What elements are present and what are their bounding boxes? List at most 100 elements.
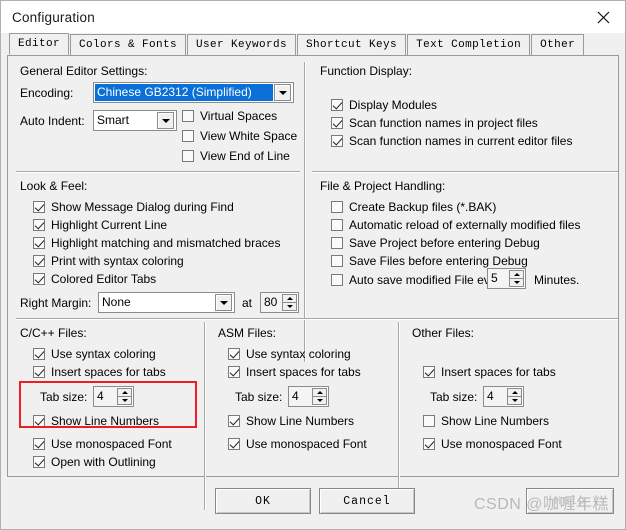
checkbox-box: [331, 135, 343, 147]
checkbox-other-show-line-numbers[interactable]: Show Line Numbers: [423, 414, 549, 428]
checkbox-view-end-of-line[interactable]: View End of Line: [182, 149, 290, 163]
checkbox-box: [228, 438, 240, 450]
checkbox-view-white-space[interactable]: View White Space: [182, 129, 297, 143]
checkbox-asm-show-line-numbers[interactable]: Show Line Numbers: [228, 414, 354, 428]
spinner-down-icon[interactable]: [117, 396, 132, 405]
auto-indent-label: Auto Indent:: [20, 114, 85, 128]
cpp-tab-size-label: Tab size:: [40, 390, 88, 404]
cpp-tab-size-spinner[interactable]: 4: [93, 386, 134, 407]
spinner-down-icon[interactable]: [312, 396, 327, 405]
checkbox-cpp-show-line-numbers[interactable]: Show Line Numbers: [33, 414, 159, 428]
checkbox-box: [331, 201, 343, 213]
checkbox-label: Show Line Numbers: [441, 414, 550, 428]
checkbox-print-with-syntax-coloring[interactable]: Print with syntax coloring: [33, 254, 184, 268]
tab-editor[interactable]: Editor: [9, 33, 70, 55]
checkbox-label: Scan function names in project files: [349, 116, 538, 130]
spinner-buttons[interactable]: [117, 388, 132, 405]
checkbox-box: [182, 150, 194, 162]
checkbox-box: [331, 99, 343, 111]
checkbox-label: Use syntax coloring: [51, 347, 156, 361]
cpp-files-title: C/C++ Files:: [20, 326, 87, 340]
checkbox-virtual-spaces[interactable]: Virtual Spaces: [182, 109, 277, 123]
checkbox-other-use-monospaced-font[interactable]: Use monospaced Font: [423, 437, 562, 451]
spinner-buttons[interactable]: [509, 270, 524, 287]
checkbox-cpp-use-syntax-coloring[interactable]: Use syntax coloring: [33, 347, 156, 361]
auto-indent-value: Smart: [97, 113, 130, 127]
auto-indent-combobox[interactable]: Smart: [93, 110, 177, 131]
checkbox-automatic-reload[interactable]: Automatic reload of externally modified …: [331, 218, 580, 232]
checkbox-asm-insert-spaces-for-tabs[interactable]: Insert spaces for tabs: [228, 365, 361, 379]
asm-tab-size-value: 4: [289, 387, 312, 406]
tab-user-keywords[interactable]: User Keywords: [187, 34, 297, 55]
spinner-buttons[interactable]: [282, 294, 297, 311]
right-margin-combobox[interactable]: None: [98, 292, 235, 313]
asm-tab-size-label: Tab size:: [235, 390, 283, 404]
right-margin-at-label: at: [242, 296, 253, 310]
spinner-buttons[interactable]: [312, 388, 327, 405]
checkbox-label: Show Message Dialog during Find: [51, 200, 234, 214]
tab-other[interactable]: Other: [531, 34, 585, 55]
chevron-down-icon[interactable]: [274, 84, 291, 101]
tab-text-completion[interactable]: Text Completion: [407, 34, 531, 55]
checkbox-save-files-before-debug[interactable]: Save Files before entering Debug: [331, 254, 528, 268]
spinner-up-icon[interactable]: [312, 388, 327, 396]
right-margin-at-spinner[interactable]: 80: [260, 292, 299, 313]
checkbox-label: Save Project before entering Debug: [349, 236, 540, 250]
spinner-up-icon[interactable]: [117, 388, 132, 396]
checkbox-label: Highlight Current Line: [51, 218, 168, 232]
checkbox-show-message-dialog-during-find[interactable]: Show Message Dialog during Find: [33, 200, 234, 214]
checkbox-scan-function-names-editor[interactable]: Scan function names in current editor fi…: [331, 134, 572, 148]
spinner-buttons[interactable]: [507, 388, 522, 405]
checkbox-box: [228, 415, 240, 427]
checkbox-cpp-open-with-outlining[interactable]: Open with Outlining: [33, 455, 156, 469]
checkbox-highlight-current-line[interactable]: Highlight Current Line: [33, 218, 167, 232]
look-and-feel-title: Look & Feel:: [20, 179, 88, 193]
spinner-down-icon[interactable]: [507, 396, 522, 405]
checkbox-label: Open with Outlining: [51, 455, 156, 469]
tab-colors-and-fonts[interactable]: Colors & Fonts: [70, 34, 187, 55]
checkbox-box: [33, 273, 45, 285]
auto-save-minutes-spinner[interactable]: 5: [487, 268, 526, 289]
checkbox-label: Print with syntax coloring: [51, 254, 184, 268]
checkbox-create-backup-files[interactable]: Create Backup files (*.BAK): [331, 200, 496, 214]
checkbox-label: Create Backup files (*.BAK): [349, 200, 497, 214]
chevron-down-icon[interactable]: [215, 294, 232, 311]
checkbox-box: [33, 438, 45, 450]
right-margin-at-value: 80: [261, 293, 282, 312]
checkbox-colored-editor-tabs[interactable]: Colored Editor Tabs: [33, 272, 156, 286]
checkbox-box: [182, 110, 194, 122]
cancel-button[interactable]: Cancel: [319, 488, 415, 514]
asm-tab-size-spinner[interactable]: 4: [288, 386, 329, 407]
spinner-down-icon[interactable]: [282, 302, 297, 311]
spinner-down-icon[interactable]: [509, 278, 524, 287]
checkbox-save-project-before-debug[interactable]: Save Project before entering Debug: [331, 236, 540, 250]
chevron-down-icon[interactable]: [157, 112, 174, 129]
spinner-up-icon[interactable]: [282, 294, 297, 302]
function-display-title: Function Display:: [320, 64, 413, 78]
checkbox-label: Colored Editor Tabs: [51, 272, 157, 286]
checkbox-label: Highlight matching and mismatched braces: [51, 236, 281, 250]
checkbox-asm-use-syntax-coloring[interactable]: Use syntax coloring: [228, 347, 351, 361]
general-editor-settings-title: General Editor Settings:: [20, 64, 148, 78]
checkbox-display-modules[interactable]: Display Modules: [331, 98, 437, 112]
checkbox-box: [423, 366, 435, 378]
tab-shortcut-keys[interactable]: Shortcut Keys: [297, 34, 407, 55]
checkbox-auto-save-modified-file[interactable]: Auto save modified File every: [331, 273, 506, 287]
close-icon[interactable]: [581, 1, 625, 33]
checkbox-box: [33, 456, 45, 468]
checkbox-highlight-matching-braces[interactable]: Highlight matching and mismatched braces: [33, 236, 280, 250]
other-tab-size-spinner[interactable]: 4: [483, 386, 524, 407]
ok-button[interactable]: OK: [215, 488, 311, 514]
checkbox-scan-function-names-project[interactable]: Scan function names in project files: [331, 116, 538, 130]
encoding-combobox[interactable]: Chinese GB2312 (Simplified): [93, 82, 294, 103]
encoding-value: Chinese GB2312 (Simplified): [95, 84, 273, 101]
checkbox-asm-use-monospaced-font[interactable]: Use monospaced Font: [228, 437, 367, 451]
checkbox-other-insert-spaces-for-tabs[interactable]: Insert spaces for tabs: [423, 365, 556, 379]
spinner-up-icon[interactable]: [507, 388, 522, 396]
checkbox-box: [331, 117, 343, 129]
checkbox-cpp-insert-spaces-for-tabs[interactable]: Insert spaces for tabs: [33, 365, 166, 379]
spinner-up-icon[interactable]: [509, 270, 524, 278]
checkbox-box: [228, 366, 240, 378]
checkbox-cpp-use-monospaced-font[interactable]: Use monospaced Font: [33, 437, 172, 451]
checkbox-label: Use monospaced Font: [246, 437, 367, 451]
